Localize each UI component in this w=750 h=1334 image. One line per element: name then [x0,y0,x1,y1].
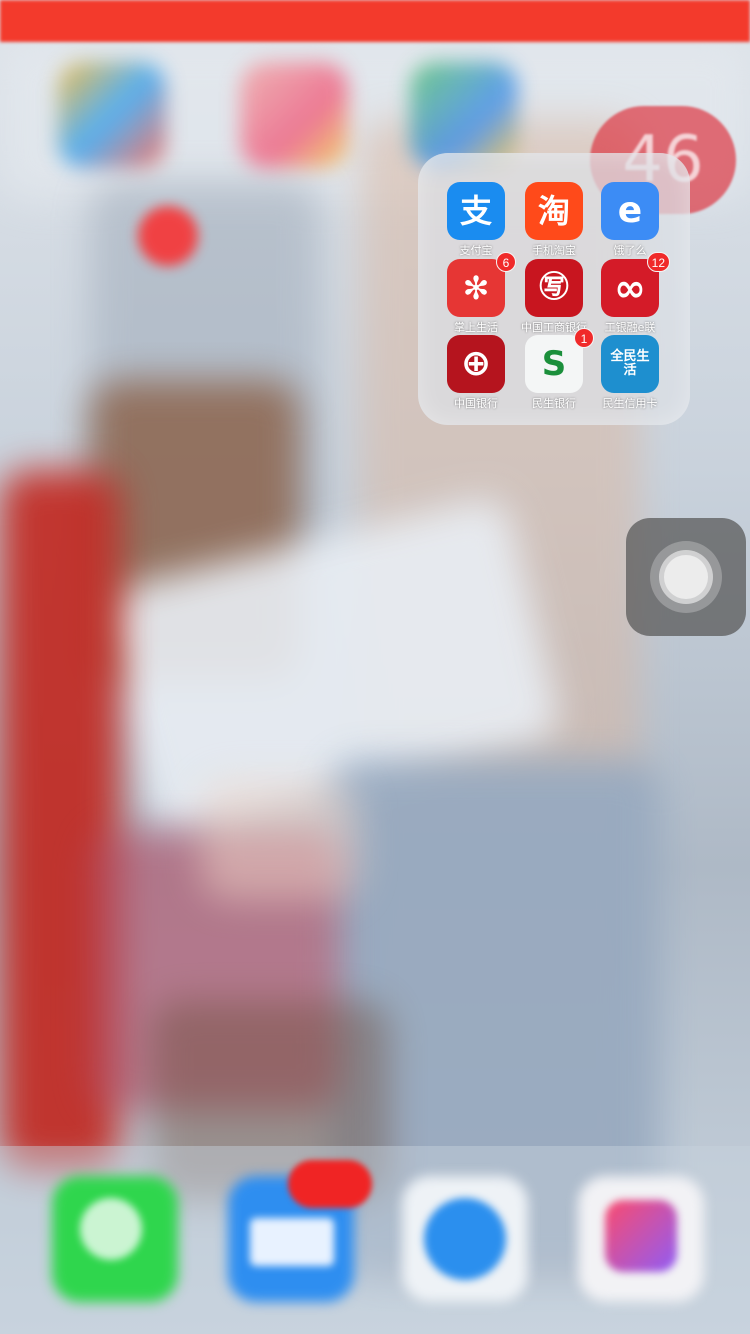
cmbc-credit-icon[interactable]: 全民生活 [601,335,659,393]
app-icbc[interactable]: ㊢ 中国工商银行 [521,259,587,335]
app-icbc-elink[interactable]: ∞ 12 工银融e联 [601,252,670,335]
assistive-touch-icon [664,555,708,599]
app-label: 掌上生活 [454,321,498,334]
status-bar [0,0,750,42]
app-taobao[interactable]: 淘 手机淘宝 [525,182,585,258]
mail-badge-icon [288,1160,372,1208]
app-cmbc-credit[interactable]: 全民生活 民生信用卡 [601,335,661,411]
assistive-touch-button[interactable] [626,518,746,636]
blurred-badge-icon [138,206,198,266]
cmbc-icon[interactable]: S [525,335,583,393]
app-cmbc[interactable]: S 1 民生银行 [525,328,594,411]
notification-badge: 1 [574,328,594,348]
app-eleme[interactable]: e 饿了么 [601,182,661,258]
app-boc[interactable]: ⊕ 中国银行 [447,335,507,411]
blurred-app-folder-icon [58,62,166,168]
notification-badge: 6 [496,252,516,272]
app-label: 中国银行 [454,397,498,410]
app-alipay[interactable]: 支 支付宝 [447,182,507,258]
notification-badge: 12 [646,252,670,272]
app-label: 民生信用卡 [602,397,658,410]
alipay-icon[interactable]: 支 [447,182,505,240]
boc-icon[interactable]: ⊕ [447,335,505,393]
app-label: 民生银行 [532,397,576,410]
app-label: 工银融e联 [604,321,656,334]
taobao-icon[interactable]: 淘 [525,182,583,240]
cmb-life-icon[interactable]: ✻ [447,259,505,317]
blurred-app-folder-icon [240,62,348,168]
app-folder[interactable]: 支 支付宝 淘 手机淘宝 e 饿了么 ✻ 6 掌上生活 ㊢ 中国工商银行 ∞ 1… [418,153,690,425]
eleme-icon[interactable]: e [601,182,659,240]
app-label: 手机淘宝 [532,244,576,257]
app-cmb-life[interactable]: ✻ 6 掌上生活 [447,252,516,335]
icbc-icon[interactable]: ㊢ [525,259,583,317]
